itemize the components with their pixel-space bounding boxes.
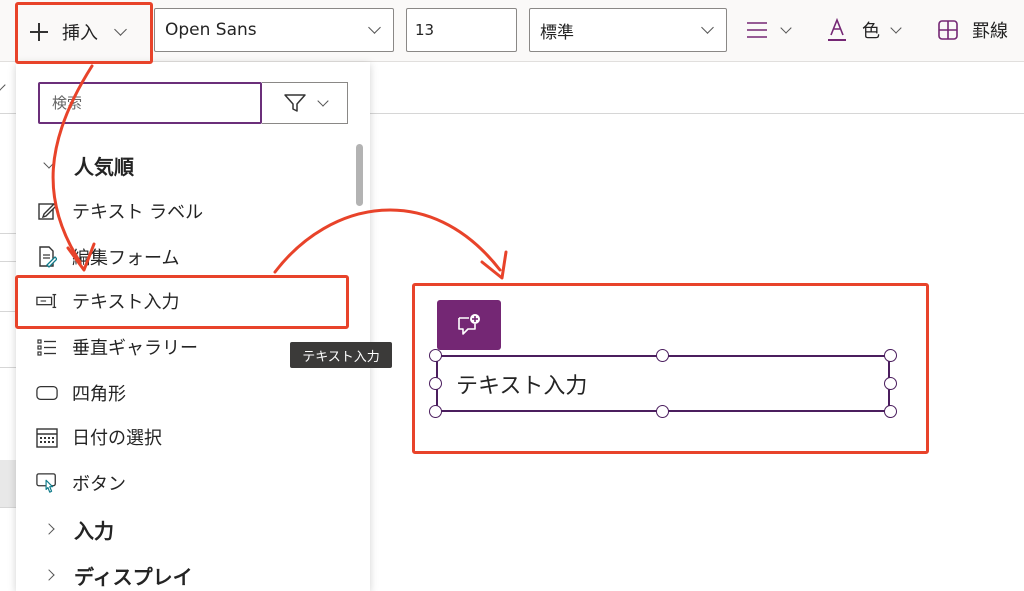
annotation-arrows	[51, 64, 508, 280]
